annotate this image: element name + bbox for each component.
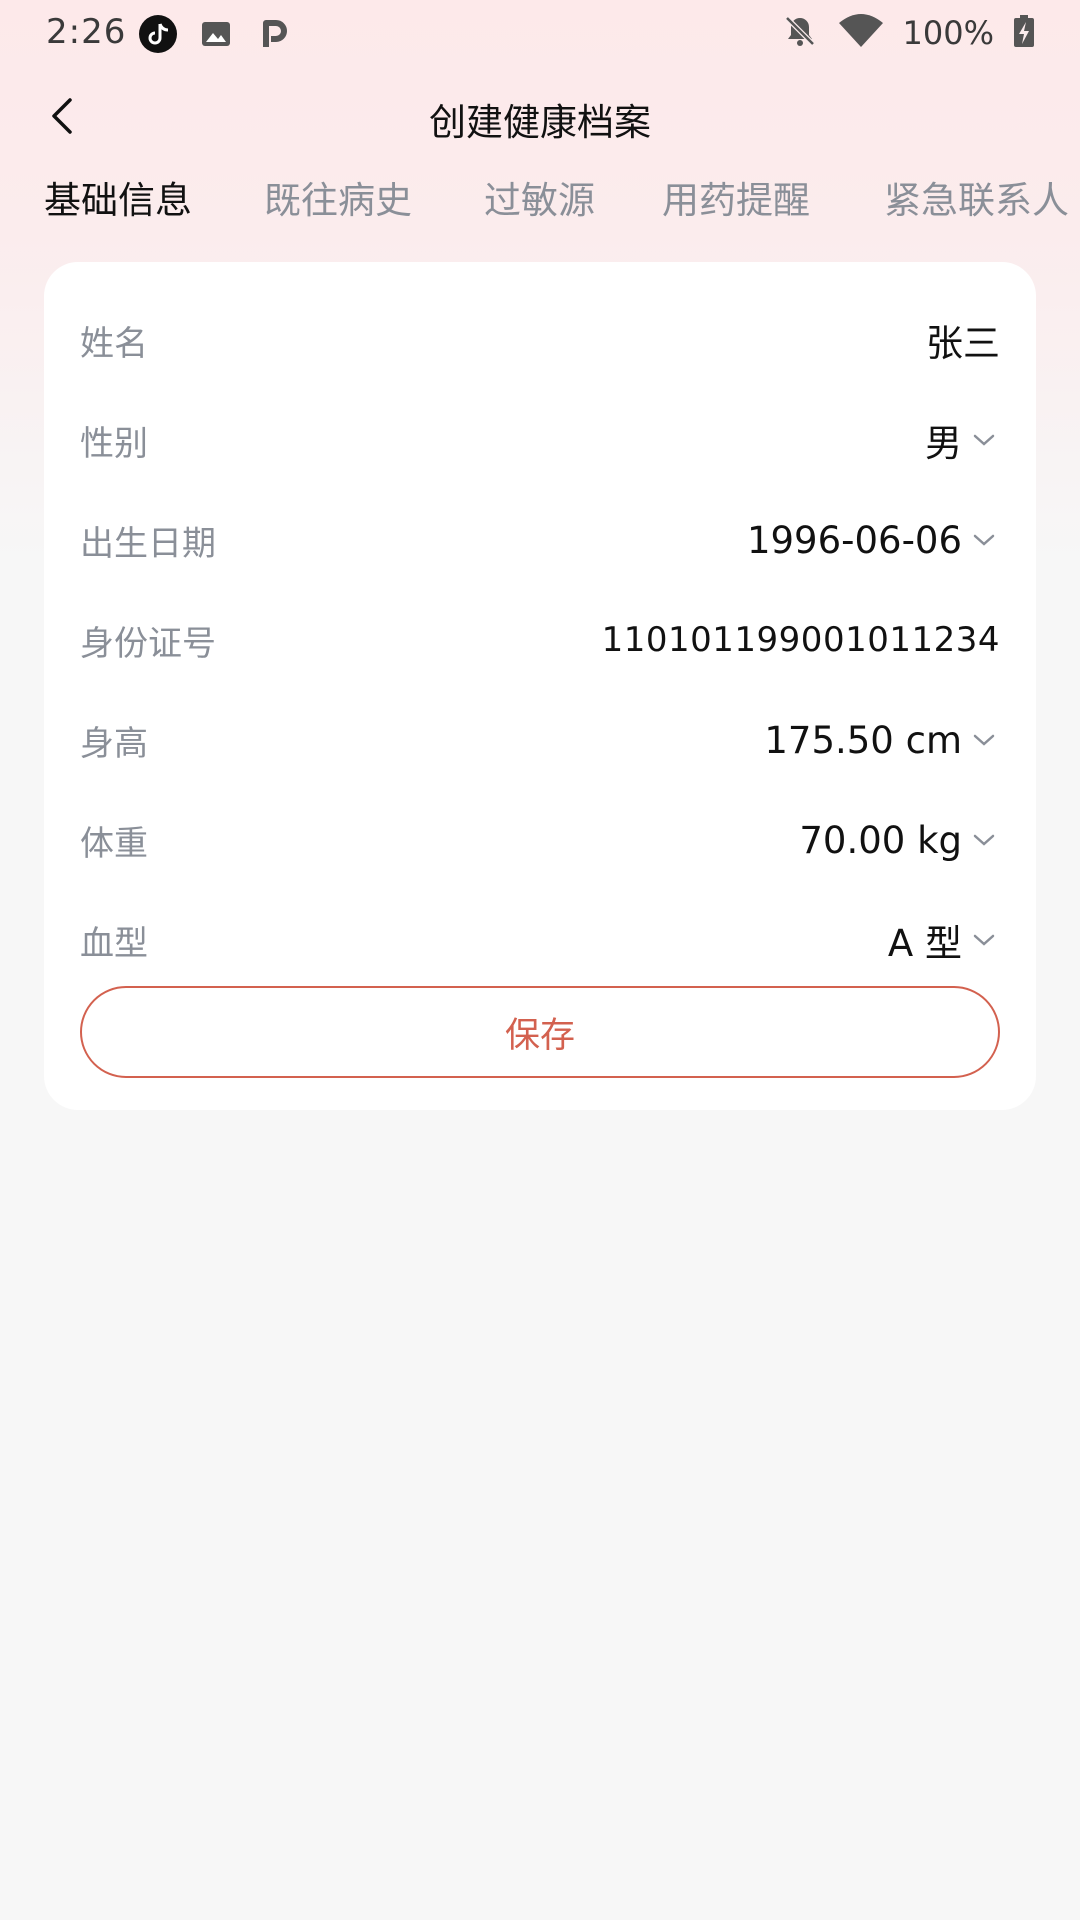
- field-blood-type-value: A 型: [887, 922, 962, 965]
- tab-basic-info[interactable]: 基础信息: [44, 170, 192, 224]
- blood-type-select[interactable]: A 型: [888, 913, 1000, 967]
- weight-select[interactable]: 70.00 kg: [799, 819, 1000, 862]
- basic-info-card: 姓名 张三 性别 男 出生日期 1996-06-06 身份证号 11010119…: [44, 262, 1036, 1110]
- field-weight-value: 70.00 kg: [799, 818, 962, 862]
- field-id-number: 身份证号 110101199001011234: [80, 594, 1000, 686]
- status-time: 2:26: [46, 12, 127, 52]
- field-weight-label: 体重: [80, 823, 148, 864]
- field-gender-value: 男: [925, 422, 962, 465]
- field-height-value: 175.50 cm: [764, 718, 962, 762]
- status-bar: 2:26 100%: [0, 0, 1080, 66]
- birthdate-picker[interactable]: 1996-06-06: [747, 519, 1000, 562]
- gallery-icon: [196, 14, 236, 54]
- chevron-down-icon: [968, 924, 1000, 956]
- field-gender-label: 性别: [80, 423, 148, 464]
- height-select[interactable]: 175.50 cm: [764, 719, 1000, 762]
- page-title: 创建健康档案: [429, 101, 651, 144]
- gender-select[interactable]: 男: [925, 413, 1000, 467]
- tab-medical-history[interactable]: 既往病史: [264, 170, 412, 224]
- field-birthdate-label: 出生日期: [80, 523, 216, 564]
- field-height-label: 身高: [80, 723, 148, 764]
- bell-off-icon: [781, 12, 819, 54]
- save-button[interactable]: 保存: [80, 986, 1000, 1078]
- id-number-input[interactable]: 110101199001011234: [602, 620, 1000, 660]
- chevron-down-icon: [968, 424, 1000, 456]
- field-weight: 体重 70.00 kg: [80, 794, 1000, 886]
- wifi-icon: [837, 13, 885, 53]
- system-icons: 100%: [781, 12, 1036, 54]
- name-input[interactable]: 张三: [926, 313, 1000, 367]
- notification-icons: [138, 14, 294, 54]
- tab-medication-reminder[interactable]: 用药提醒: [662, 170, 810, 224]
- tab-bar: 基础信息 既往病史 过敏源 用药提醒 紧急联系人: [44, 170, 1080, 230]
- field-birthdate-value: 1996-06-06: [746, 518, 962, 562]
- field-blood-type: 血型 A 型: [80, 894, 1000, 986]
- field-id-number-label: 身份证号: [80, 623, 216, 664]
- field-id-number-value: 110101199001011234: [601, 620, 1000, 660]
- field-birthdate: 出生日期 1996-06-06: [80, 494, 1000, 586]
- chevron-down-icon: [968, 524, 1000, 556]
- parking-icon: [254, 14, 294, 54]
- tab-allergens[interactable]: 过敏源: [484, 170, 595, 224]
- field-name: 姓名 张三: [80, 294, 1000, 386]
- field-height: 身高 175.50 cm: [80, 694, 1000, 786]
- tab-emergency-contact[interactable]: 紧急联系人: [884, 170, 1069, 224]
- field-blood-type-label: 血型: [80, 923, 148, 964]
- field-name-label: 姓名: [80, 323, 148, 364]
- tiktok-icon: [138, 14, 178, 54]
- field-gender: 性别 男: [80, 394, 1000, 486]
- battery-charging-icon: [1012, 14, 1036, 52]
- nav-header: 创建健康档案: [0, 76, 1080, 156]
- chevron-down-icon: [968, 724, 1000, 756]
- battery-level: 100%: [902, 14, 994, 52]
- chevron-down-icon: [968, 824, 1000, 856]
- field-name-value: 张三: [926, 322, 1000, 365]
